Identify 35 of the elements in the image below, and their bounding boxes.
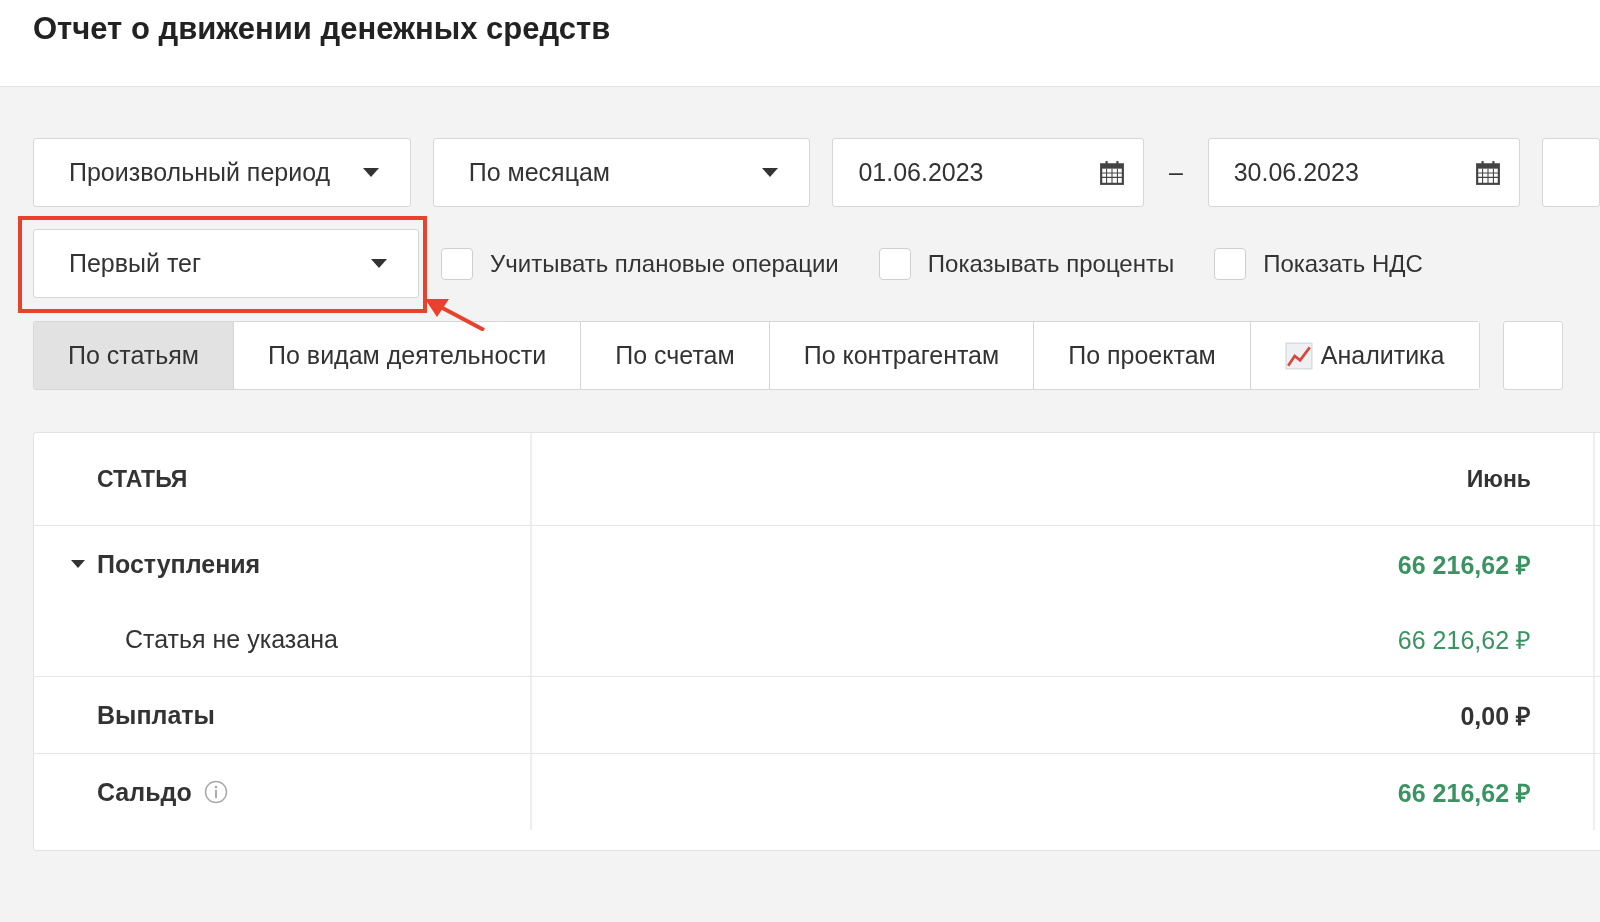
checkbox[interactable] bbox=[441, 247, 473, 280]
checkbox[interactable] bbox=[878, 247, 911, 280]
date-field[interactable]: 30.06.2023 bbox=[1207, 138, 1520, 207]
amount: 66 216,62 ₽ bbox=[1397, 778, 1531, 809]
caret-icon bbox=[762, 168, 779, 177]
checkbox-label: Показывать проценты bbox=[927, 249, 1175, 278]
button[interactable] bbox=[1541, 138, 1600, 207]
annotation-arrow bbox=[425, 299, 485, 331]
tab[interactable]: Аналитика bbox=[1249, 322, 1479, 389]
info-icon[interactable] bbox=[203, 780, 228, 804]
date-field[interactable]: 01.06.2023 bbox=[832, 138, 1145, 207]
period-dropdown[interactable]: Произвольный период bbox=[33, 138, 411, 207]
tab[interactable]: По статьям bbox=[34, 322, 234, 389]
grouping-dropdown[interactable]: По месяцам bbox=[432, 138, 811, 207]
date-separator: – bbox=[1168, 158, 1184, 187]
row-label: Сальдо bbox=[97, 777, 192, 807]
chart-icon bbox=[1284, 341, 1313, 370]
row-label: Статья не указана bbox=[124, 624, 338, 654]
calendar-icon bbox=[1099, 159, 1126, 186]
column-header: СТАТЬЯ bbox=[97, 465, 188, 493]
amount: 0,00 ₽ bbox=[1460, 701, 1531, 732]
checkbox-label: Показать НДС bbox=[1263, 249, 1423, 278]
row-label: Выплаты bbox=[97, 700, 215, 730]
checkbox-label: Учитывать плановые операции bbox=[490, 249, 839, 278]
row-label: Поступления bbox=[97, 549, 261, 579]
caret-icon bbox=[362, 168, 379, 177]
tag-dropdown[interactable]: Первый тег bbox=[33, 229, 419, 298]
amount: 66 216,62 ₽ bbox=[1397, 550, 1531, 581]
caret-icon bbox=[371, 259, 387, 268]
calendar-icon bbox=[1474, 159, 1501, 186]
column-header: Июнь bbox=[1466, 465, 1531, 493]
amount: 66 216,62 ₽ bbox=[1397, 625, 1531, 656]
tab[interactable] bbox=[1502, 321, 1563, 390]
page-title: Отчет о движении денежных средств bbox=[33, 10, 612, 48]
checkbox[interactable] bbox=[1214, 247, 1247, 280]
